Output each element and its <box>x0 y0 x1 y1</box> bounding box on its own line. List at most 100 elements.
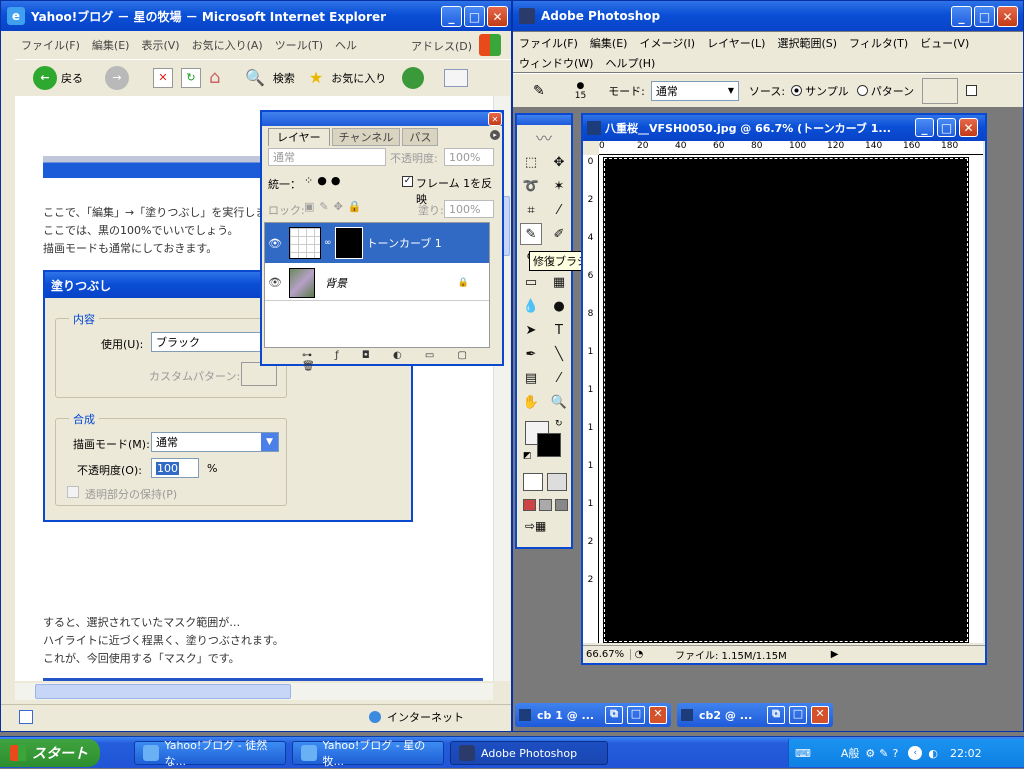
pattern-radio[interactable] <box>856 85 868 96</box>
minimized-doc-cb1[interactable]: cb 1 @ ... ⧉ □ ✕ <box>515 703 671 727</box>
doc-minimize-button[interactable]: _ <box>915 118 934 137</box>
unify-icons[interactable]: ⁘●● <box>304 174 344 187</box>
refresh-icon[interactable]: ↻ <box>181 67 201 88</box>
blur-tool-icon[interactable]: 💧 <box>520 295 542 317</box>
favorites-button[interactable]: お気に入り <box>331 70 386 86</box>
chevron-down-icon[interactable]: ▼ <box>261 433 278 451</box>
layer-row-tone-curve[interactable]: 👁 ∞ トーンカーブ 1 <box>265 223 489 263</box>
pattern-swatch[interactable] <box>922 77 959 104</box>
ps-menu-view[interactable]: ビュー(V) <box>914 35 975 51</box>
ps-menu-edit[interactable]: 編集(E) <box>584 35 634 51</box>
type-tool-icon[interactable]: T <box>548 319 570 341</box>
back-icon[interactable]: ← <box>33 65 57 90</box>
tray-expand-icon[interactable]: ‹ <box>908 746 923 760</box>
maximize-icon[interactable]: □ <box>789 706 807 724</box>
tab-paths[interactable]: パス <box>402 128 439 146</box>
ps-mode-select[interactable]: 通常 ▼ <box>650 80 739 101</box>
ie-address-label[interactable]: アドレス(D) <box>411 38 472 54</box>
back-button[interactable]: 戻る <box>61 70 83 86</box>
healing-brush-icon[interactable]: ✎ <box>533 83 545 99</box>
move-tool-icon[interactable]: ✥ <box>548 151 570 173</box>
zoom-field[interactable]: 66.67% <box>583 649 631 660</box>
hscroll-thumb[interactable] <box>35 684 291 699</box>
taskbar-item-3[interactable]: Adobe Photoshop <box>450 741 608 765</box>
keyboard-icon[interactable]: ⌨ <box>795 747 811 760</box>
marquee-tool-icon[interactable]: ⬚ <box>520 151 542 173</box>
taskbar-item-1[interactable]: Yahoo!ブログ - 徒然な... <box>134 739 286 768</box>
minimized-doc-cb2[interactable]: cb2 @ ... ⧉ □ ✕ <box>677 703 833 727</box>
eye-icon[interactable]: 👁 <box>265 276 285 289</box>
ie-menu-file[interactable]: ファイル(F) <box>15 37 86 53</box>
ps-menu-layer[interactable]: レイヤー(L) <box>701 35 771 51</box>
path-select-tool-icon[interactable]: ➤ <box>520 319 542 341</box>
canvas-area[interactable] <box>599 155 983 643</box>
quickmask-mode-icon[interactable] <box>547 473 567 491</box>
ie-close-button[interactable]: ✕ <box>487 6 508 27</box>
jump-to-imageready-icon[interactable]: ⇨▦ <box>525 519 559 535</box>
restore-icon[interactable]: ⧉ <box>605 706 623 724</box>
ie-menu-view[interactable]: 表示(V) <box>135 37 185 53</box>
taskbar-item-2[interactable]: Yahoo!ブログ - 星の牧... <box>292 739 444 768</box>
doc-close-button[interactable]: ✕ <box>959 118 978 137</box>
ps-menu-image[interactable]: イメージ(I) <box>633 35 701 51</box>
background-color[interactable] <box>537 433 561 457</box>
layers-footer-icons[interactable]: ⊶ ƒ ◘ ◐ ▭ ▢ 🗑 <box>302 350 502 372</box>
hand-tool-icon[interactable]: ✋ <box>520 391 542 413</box>
forward-icon[interactable]: → <box>105 65 129 90</box>
swap-colors-icon[interactable]: ↻ <box>555 419 563 429</box>
layer-fill-input[interactable]: 100% <box>444 200 494 218</box>
home-icon[interactable]: ⌂ <box>209 67 231 89</box>
default-colors-icon[interactable]: ◩ <box>523 451 532 461</box>
dodge-tool-icon[interactable]: ● <box>548 295 570 317</box>
ie-menu-help[interactable]: ヘル <box>329 37 363 53</box>
ime-indicator[interactable]: A般 <box>841 745 860 761</box>
start-button[interactable]: スタート <box>0 739 100 767</box>
canvas-image[interactable] <box>603 157 969 643</box>
favorites-icon[interactable]: ★ <box>309 68 323 87</box>
screen-mode-3-icon[interactable] <box>555 499 568 511</box>
ie-horizontal-scrollbar[interactable] <box>15 683 493 700</box>
mode-select[interactable]: 通常 ▼ <box>151 432 279 452</box>
sampled-radio[interactable] <box>791 85 803 96</box>
slice-tool-icon[interactable]: ⁄ <box>548 199 570 221</box>
layer-opacity-input[interactable]: 100% <box>444 148 494 166</box>
screen-mode-1-icon[interactable] <box>523 499 536 511</box>
ie-menu-tools[interactable]: ツール(T) <box>269 37 329 53</box>
standard-mode-icon[interactable] <box>523 473 543 491</box>
layers-close-button[interactable]: ✕ <box>488 112 502 126</box>
eye-icon[interactable]: 👁 <box>265 237 285 250</box>
preserve-checkbox[interactable] <box>67 486 79 498</box>
restore-icon[interactable]: ⧉ <box>767 706 785 724</box>
ps-maximize-button[interactable]: □ <box>974 6 995 27</box>
doc-maximize-button[interactable]: □ <box>937 118 956 137</box>
close-icon[interactable]: ✕ <box>649 706 667 724</box>
lock-icons[interactable]: ▣✎✥🔒 <box>304 200 367 213</box>
palette-menu-icon[interactable]: ▸ <box>490 130 500 140</box>
toolbox-titlebar[interactable] <box>517 115 571 125</box>
chain-icon[interactable]: ∞ <box>324 238 332 248</box>
magic-wand-tool-icon[interactable]: ✶ <box>548 175 570 197</box>
frame-checkbox[interactable]: ✓ <box>402 176 413 187</box>
aligned-checkbox[interactable] <box>966 85 978 96</box>
tab-layers[interactable]: レイヤー <box>268 128 330 146</box>
notes-tool-icon[interactable]: ▤ <box>520 367 542 389</box>
gradient-tool-icon[interactable]: ▦ <box>548 271 570 293</box>
zoom-tool-icon[interactable]: 🔍 <box>548 391 570 413</box>
maximize-icon[interactable]: □ <box>627 706 645 724</box>
brush-tool-icon[interactable]: ✐ <box>548 223 570 245</box>
use-select[interactable]: ブラック <box>151 332 275 352</box>
ie-titlebar[interactable]: e Yahoo!ブログ － 星の牧場 － Microsoft Internet … <box>1 1 511 31</box>
ie-menu-edit[interactable]: 編集(E) <box>86 37 136 53</box>
crop-tool-icon[interactable]: ⌗ <box>520 199 542 221</box>
layer-row-background[interactable]: 👁 背景 🔒 <box>265 265 489 301</box>
ie-minimize-button[interactable]: _ <box>441 6 462 27</box>
history-icon[interactable] <box>402 66 425 89</box>
status-arrow-icon[interactable]: ◔ <box>631 649 647 660</box>
opacity-input[interactable]: 100 <box>151 458 199 478</box>
brush-preset[interactable]: ● 15 <box>575 81 586 101</box>
layers-palette-titlebar[interactable] <box>262 112 502 126</box>
ps-menu-select[interactable]: 選択範囲(S) <box>771 35 843 51</box>
ps-menu-help[interactable]: ヘルプ(H) <box>599 55 661 71</box>
tray-volume-icon[interactable]: ◐ <box>928 747 938 760</box>
ps-titlebar[interactable]: Adobe Photoshop <box>513 1 1023 31</box>
